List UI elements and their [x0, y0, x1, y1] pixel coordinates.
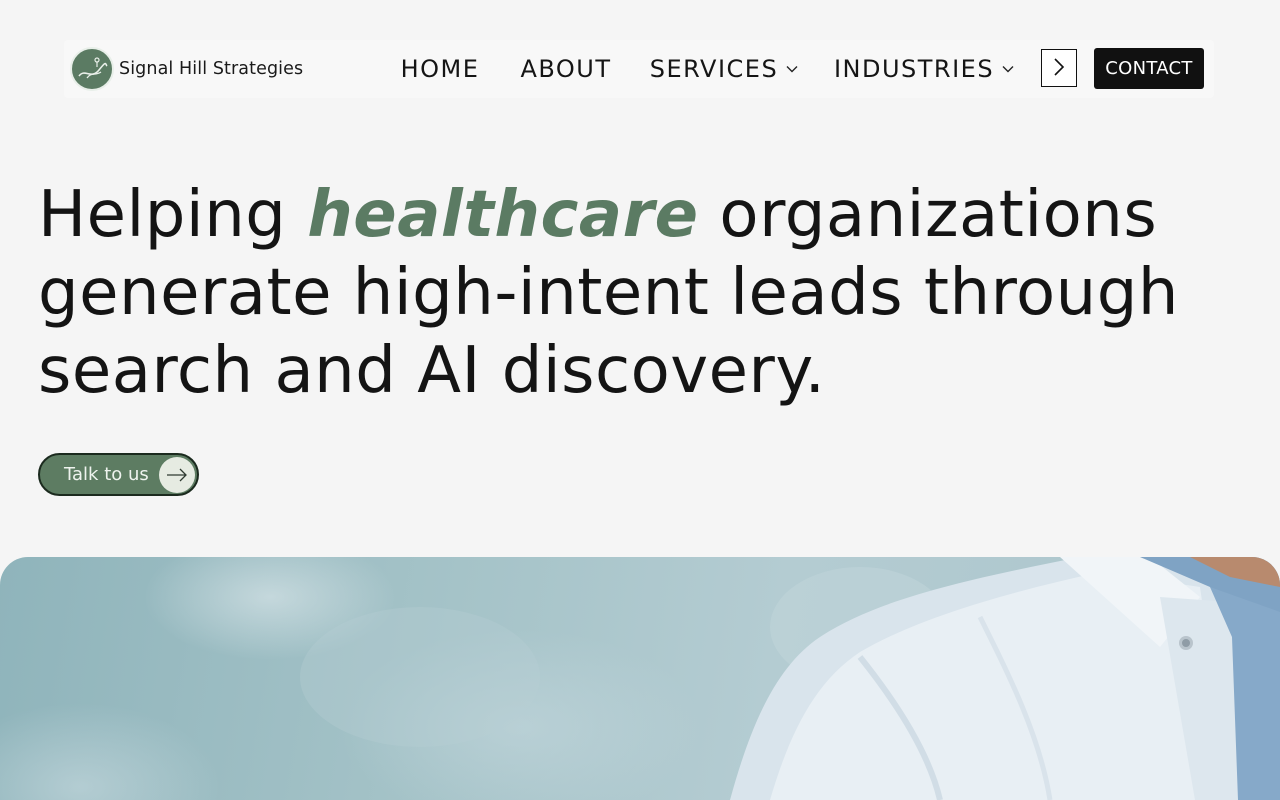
talk-to-us-button[interactable]: Talk to us [38, 453, 199, 496]
cta-label: Talk to us [64, 464, 149, 485]
nav-home-label: HOME [400, 55, 480, 83]
contact-button[interactable]: CONTACT [1094, 48, 1204, 89]
nav-about-label: ABOUT [520, 55, 612, 83]
chevron-right-icon [1053, 57, 1065, 80]
nav-home[interactable]: HOME [384, 48, 496, 90]
page: Signal Hill Strategies HOME ABOUT SERVIC… [0, 0, 1280, 800]
chevron-down-icon [786, 65, 798, 73]
nav-about[interactable]: ABOUT [504, 48, 628, 90]
nav-industries-label: INDUSTRIES [833, 55, 995, 83]
hero-headline: Helping healthcare organizations generat… [38, 176, 1238, 410]
chevron-down-icon [1002, 65, 1014, 73]
arrow-right-icon [159, 457, 195, 493]
nav-services[interactable]: SERVICES [634, 48, 814, 90]
headline-pre: Helping [38, 178, 308, 252]
brand-name: Signal Hill Strategies [119, 59, 304, 79]
brand[interactable]: Signal Hill Strategies [70, 45, 303, 93]
headline-accent: healthcare [307, 178, 699, 252]
nav-services-label: SERVICES [649, 55, 779, 83]
contact-button-label: CONTACT [1105, 58, 1193, 79]
nav-next-button[interactable] [1041, 49, 1077, 87]
hill-signal-logo-icon [70, 47, 114, 91]
top-navigation: Signal Hill Strategies HOME ABOUT SERVIC… [64, 40, 1214, 98]
nav-industries[interactable]: INDUSTRIES [824, 48, 1024, 90]
hero-image-doctor-coat [0, 557, 1280, 800]
